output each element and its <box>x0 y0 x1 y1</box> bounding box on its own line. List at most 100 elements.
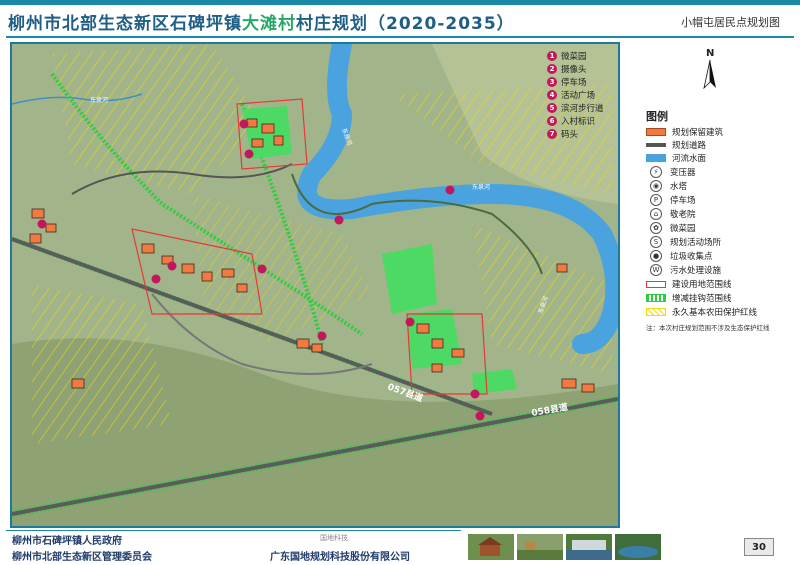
feature-number: 6 <box>547 116 557 126</box>
page-title: 柳州市北部生态新区石碑坪镇大滩村村庄规划（2020-2035） <box>8 9 515 34</box>
marker-2 <box>37 219 47 229</box>
marker-1 <box>239 119 249 129</box>
village-photo <box>468 534 514 560</box>
marker-3 <box>151 274 161 284</box>
footer: 柳州市石碑坪镇人民政府 柳州市北部生态新区管理委员会 国地科技 广东国地规划科技… <box>0 530 800 565</box>
feature-label: 滨河步行道 <box>561 104 604 114</box>
legend-label: 规划道路 <box>672 141 707 151</box>
village-photo <box>615 534 661 560</box>
legend-item: ⚡ 变压器 <box>646 166 696 178</box>
header: 柳州市北部生态新区石碑坪镇大滩村村庄规划（2020-2035） 小帽屯居民点规划… <box>0 0 800 38</box>
water-tower-icon: ◉ <box>650 180 662 192</box>
legend-item: W 污水处理设施 <box>646 264 721 276</box>
legend-label: 河流水面 <box>672 154 707 164</box>
elderly-home-icon: ⌂ <box>650 208 662 220</box>
legend-item: ⌂ 敬老院 <box>646 208 696 220</box>
construction-boundary-swatch <box>646 280 666 288</box>
activity-venue-icon: S <box>650 236 662 248</box>
village-name: 大滩村 <box>242 14 296 34</box>
feature-number: 3 <box>547 77 557 87</box>
marker-4 <box>317 331 327 341</box>
legend-label: 增减挂钩范围线 <box>672 294 732 304</box>
feature-item: 5 滨河步行道 <box>547 102 604 114</box>
legend-item: 规划保留建筑 <box>646 126 723 138</box>
feature-label: 停车场 <box>561 78 587 88</box>
legend-note: 注：本次村庄规划范围不涉及生态保护红线 <box>646 324 770 332</box>
feature-item: 4 活动广场 <box>547 89 595 101</box>
company-logo: 国地科技 <box>320 532 362 544</box>
legend-item: 建设用地范围线 <box>646 278 732 290</box>
title-prefix: 柳州市北部生态新区石碑坪镇 <box>8 14 242 34</box>
sewage-facility-icon: W <box>650 264 662 276</box>
legend-item: ✿ 微菜园 <box>646 222 696 234</box>
garbage-point-icon: ● <box>650 250 662 262</box>
legend-label: 建设用地范围线 <box>672 280 732 290</box>
feature-number: 4 <box>547 90 557 100</box>
logo-text: 国地科技 <box>320 534 348 542</box>
linkage-boundary-swatch <box>646 294 666 302</box>
legend-item: 规划道路 <box>646 139 706 151</box>
north-arrow-icon <box>703 59 716 90</box>
footer-rule <box>6 530 461 531</box>
water-swatch <box>646 154 666 162</box>
legend-item: ◉ 水塔 <box>646 180 687 192</box>
marker-4 <box>167 261 177 271</box>
feature-label: 活动广场 <box>561 91 596 101</box>
header-band <box>0 0 800 5</box>
legend-label: 水塔 <box>670 182 688 192</box>
marker-3 <box>470 389 480 399</box>
river-label: 东泉河 <box>472 183 490 191</box>
feature-label: 微菜园 <box>561 52 587 62</box>
legend-label: 永久基本农田保护红线 <box>672 308 758 318</box>
feature-number: 5 <box>547 103 557 113</box>
company-name: 广东国地规划科技股份有限公司 <box>270 552 410 563</box>
legend-label: 垃圾收集点 <box>670 252 713 262</box>
legend-title: 图例 <box>646 110 668 123</box>
marker-2 <box>257 264 267 274</box>
transformer-icon: ⚡ <box>650 166 662 178</box>
vegetable-garden-icon: ✿ <box>650 222 662 234</box>
management-committee-name: 柳州市北部生态新区管理委员会 <box>12 552 152 563</box>
marker-1 <box>405 317 415 327</box>
village-photo <box>517 534 563 560</box>
retained-building-swatch <box>646 128 666 136</box>
legend-label: 停车场 <box>670 196 696 206</box>
marker-2 <box>244 149 254 159</box>
map-subtitle: 小帽屯居民点规划图 <box>681 16 780 29</box>
map-frame[interactable]: 057县道 058县道 东泉河 东泉河 东泉河 东泉河 <box>10 42 620 528</box>
marker-6 <box>334 215 344 225</box>
parking-icon: P <box>650 194 662 206</box>
creek-label: 东泉河 <box>90 96 108 104</box>
feature-list: 1 微菜园 2 摄像头 3 停车场 4 活动广场 5 滨河步行道 6 入村标识 … <box>545 50 625 142</box>
feature-number: 7 <box>547 129 557 139</box>
village-map[interactable]: 057县道 058县道 东泉河 东泉河 东泉河 东泉河 <box>12 44 618 526</box>
feature-number: 1 <box>547 51 557 61</box>
feature-item: 2 摄像头 <box>547 63 587 75</box>
marker-6 <box>475 411 485 421</box>
map-legend: 图例 规划保留建筑 规划道路 河流水面 ⚡ 变压器 ◉ 水塔 P 停车场 ⌂ 敬… <box>640 104 790 336</box>
linkage-zone <box>382 244 437 314</box>
legend-label: 规划保留建筑 <box>672 128 724 138</box>
legend-label: 变压器 <box>670 168 696 178</box>
feature-label: 摄像头 <box>561 65 587 75</box>
legend-item: S 规划活动场所 <box>646 236 721 248</box>
legend-item: ● 垃圾收集点 <box>646 250 713 262</box>
government-name: 柳州市石碑坪镇人民政府 <box>12 536 122 547</box>
feature-item: 1 微菜园 <box>547 50 587 62</box>
feature-label: 码头 <box>561 130 579 140</box>
legend-label: 微菜园 <box>670 224 696 234</box>
feature-item: 6 入村标识 <box>547 115 595 127</box>
legend-label: 敬老院 <box>670 210 696 220</box>
marker-7 <box>445 185 455 195</box>
legend-label: 污水处理设施 <box>670 266 722 276</box>
feature-item: 3 停车场 <box>547 76 587 88</box>
feature-label: 入村标识 <box>561 117 596 127</box>
farmland-redline-swatch <box>646 308 666 316</box>
legend-item: 永久基本农田保护红线 <box>646 306 757 318</box>
title-suffix: 村庄规划（2020-2035） <box>296 14 515 34</box>
header-rule <box>6 36 794 38</box>
legend-item: P 停车场 <box>646 194 696 206</box>
legend-item: 增减挂钩范围线 <box>646 292 732 304</box>
feature-item: 7 码头 <box>547 128 578 140</box>
page-number: 30 <box>744 538 774 556</box>
